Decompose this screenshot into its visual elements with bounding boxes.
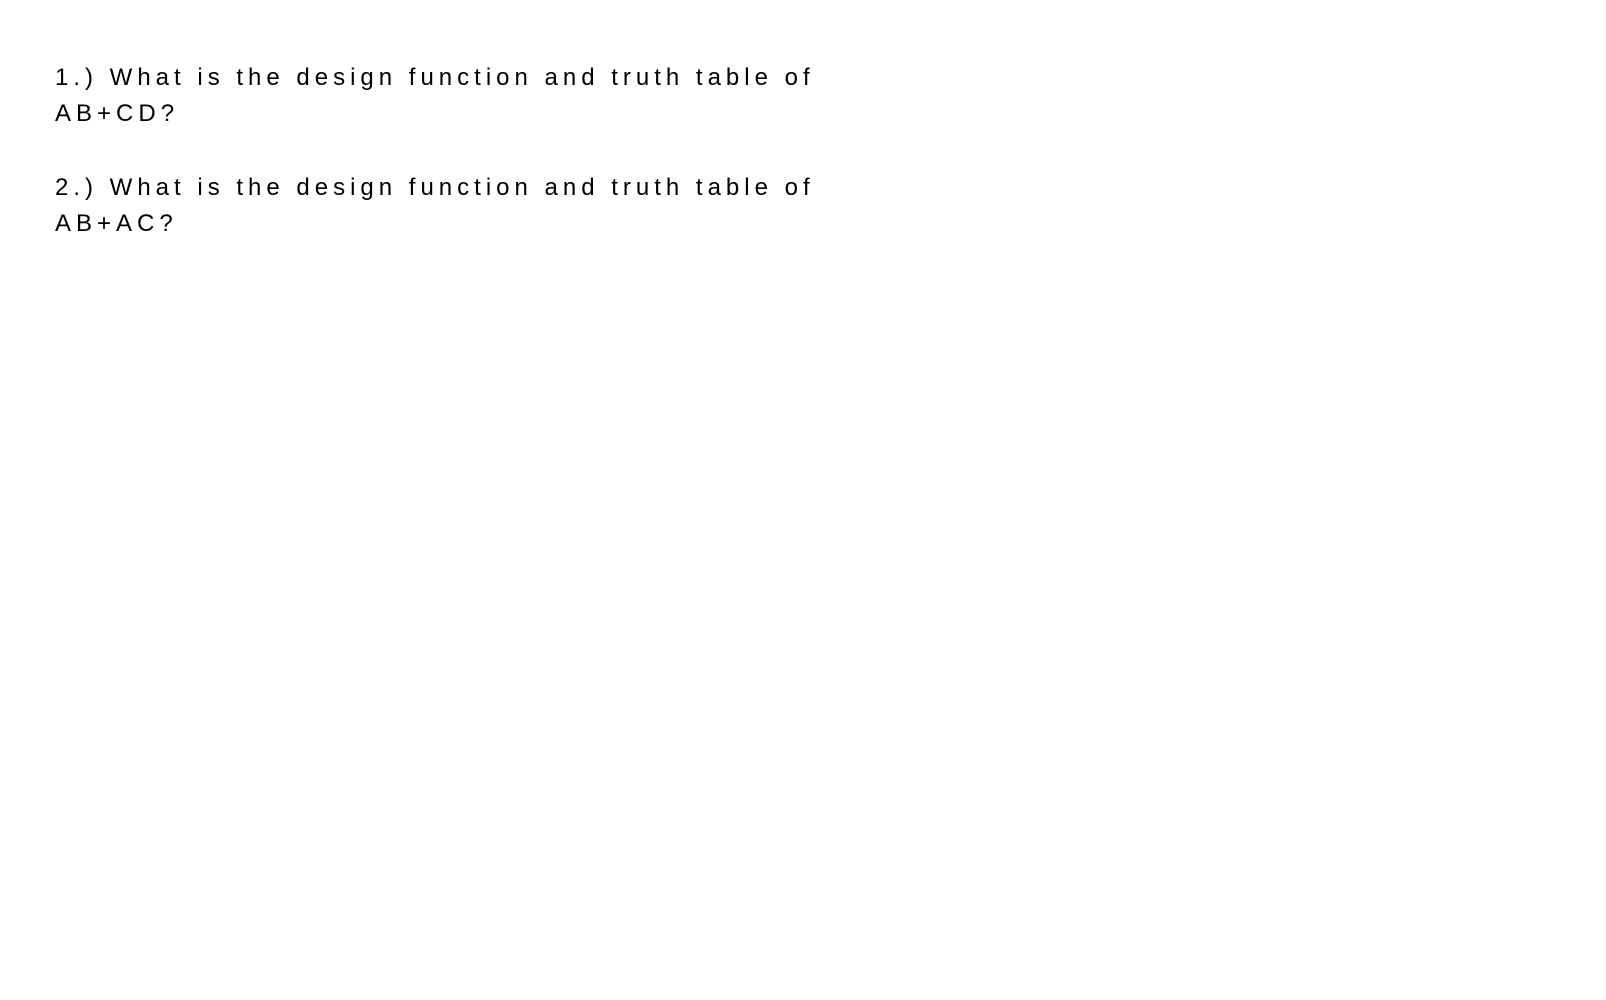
question-2: 2.) What is the design function and trut… bbox=[55, 170, 875, 242]
question-1: 1.) What is the design function and trut… bbox=[55, 60, 875, 132]
question-1-text: 1.) What is the design function and trut… bbox=[55, 64, 815, 127]
question-2-text: 2.) What is the design function and trut… bbox=[55, 174, 815, 237]
document-content: 1.) What is the design function and trut… bbox=[0, 0, 1606, 242]
